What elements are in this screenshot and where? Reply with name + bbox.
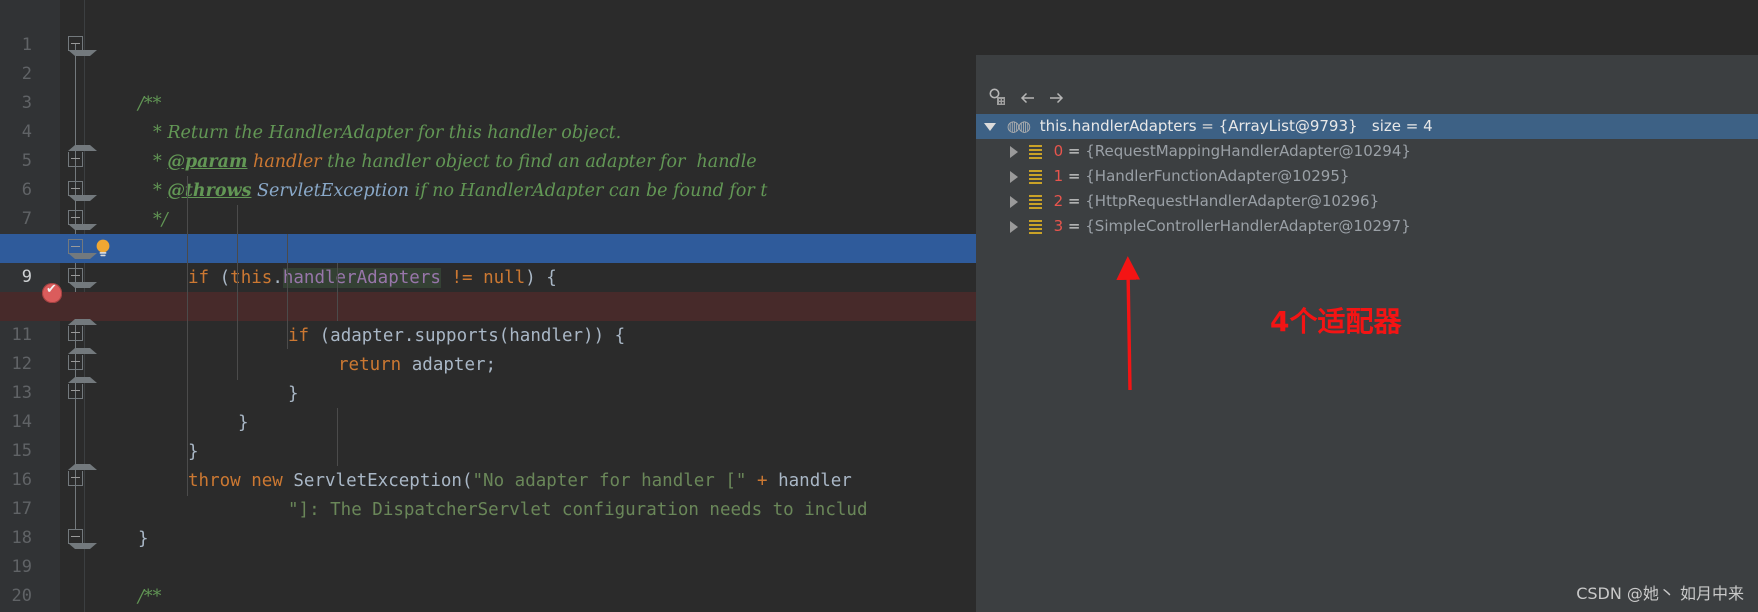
tree-row-element[interactable]: 1 = {HandlerFunctionAdapter@10295} [976,164,1758,189]
expand-triangle-icon[interactable] [1010,195,1018,208]
breakpoint-line[interactable]: 11 return adapter; [0,292,976,375]
variables-tree[interactable]: ◍◍ this.handlerAdapters = {ArrayList@979… [976,114,1758,612]
watermark: CSDN @她丶 如月中来 [1576,584,1744,603]
line-number: 20 [11,586,32,607]
tree-row-element[interactable]: 2 = {HttpRequestHandlerAdapter@10296} [976,189,1758,214]
fold-marker[interactable] [68,210,97,230]
fold-marker[interactable] [68,36,97,56]
code-line[interactable]: 7 protected HandlerAdapter getHandlerAda… [0,176,976,258]
code-area[interactable]: 1 2 /** 3 * Return the HandlerAdapter fo… [0,0,976,612]
code-editor[interactable]: 1 2 /** 3 * Return the HandlerAdapter fo… [0,0,976,612]
code-line[interactable]: 13 } [0,350,976,432]
evaluate-expression-icon[interactable] [986,86,1010,110]
code-line[interactable]: 5 * @throws ServletException if no Handl… [0,118,976,200]
debugger-toolbar[interactable] [976,82,1758,114]
field-link-icon: ◍◍ [1006,117,1031,135]
code-line[interactable]: 8 if (this.handlerAdapters != null) { [0,205,976,288]
equals-sign: = [1201,117,1214,135]
code-line[interactable]: 6 */ [0,147,976,229]
list-element-icon [1028,145,1042,159]
collection-size: size = 4 [1371,117,1433,135]
code-line[interactable]: 19 /** [0,524,976,606]
element-value: {HandlerFunctionAdapter@10295} [1085,167,1350,185]
tree-row-root[interactable]: ◍◍ this.handlerAdapters = {ArrayList@979… [976,114,1758,139]
code-line[interactable]: 15 throw new ServletException("No adapte… [0,408,976,490]
variable-value: {ArrayList@9793} [1218,117,1358,135]
fold-marker[interactable] [68,319,97,341]
token-javadoc-open: /** [138,586,162,607]
code-line[interactable]: 2 /** [0,31,976,113]
fold-marker[interactable] [68,145,97,167]
indent-guide [337,408,338,466]
tree-row-element[interactable]: 0 = {RequestMappingHandlerAdapter@10294} [976,139,1758,164]
tree-row-element[interactable]: 3 = {SimpleControllerHandlerAdapter@1029… [976,214,1758,239]
indent-guide [187,176,188,496]
list-element-icon [1028,195,1042,209]
code-line[interactable]: 18 [0,495,976,548]
fold-marker[interactable] [68,529,97,549]
back-arrow-icon[interactable] [1016,86,1040,110]
code-line[interactable]: 20 * Determine an error ModelAndView via… [0,553,976,606]
breakpoint-verified-icon[interactable] [42,282,62,303]
forward-arrow-icon[interactable] [1044,86,1068,110]
element-index: 0 [1053,142,1064,160]
expand-triangle-icon[interactable] [1010,170,1018,183]
equals-sign: = [1067,167,1081,185]
variable-name: this.handlerAdapters [1039,117,1197,135]
equals-sign: = [1067,217,1081,235]
list-element-icon [1028,170,1042,184]
indent-guide [337,263,338,321]
current-execution-line[interactable]: 9 for (HandlerAdapter adapter : this.han… [0,234,976,317]
fold-marker[interactable] [68,239,97,259]
code-line[interactable]: 14 } [0,379,976,461]
code-line[interactable]: 16 "]: The DispatcherServlet configurati… [0,437,976,519]
fold-marker[interactable] [68,181,97,201]
indent-guide [237,205,238,380]
element-index: 3 [1053,217,1064,235]
fold-marker[interactable] [68,348,97,370]
fold-marker[interactable] [68,268,97,288]
element-value: {RequestMappingHandlerAdapter@10294} [1085,142,1411,160]
fold-marker[interactable] [68,464,97,486]
indent-guide [287,234,288,349]
code-line[interactable]: 10 if (adapter.supports(handler)) { [0,263,976,345]
code-line[interactable]: 17 } [0,466,976,548]
code-line[interactable]: 4 * @param handler the handler object to… [0,89,976,171]
expand-triangle-icon[interactable] [1010,145,1018,158]
code-line[interactable]: 12 } [0,321,976,403]
list-element-icon [1028,220,1042,234]
equals-sign: = [1067,192,1081,210]
element-value: {HttpRequestHandlerAdapter@10296} [1085,192,1380,210]
intention-bulb-icon[interactable] [94,238,112,258]
expand-triangle-icon[interactable] [1010,220,1018,233]
code-line[interactable]: 1 [0,2,976,55]
annotation-text: 4个适配器 [1270,305,1402,338]
element-index: 2 [1053,192,1064,210]
element-value: {SimpleControllerHandlerAdapter@10297} [1085,217,1411,235]
element-index: 1 [1053,167,1064,185]
collapse-triangle-icon[interactable] [984,122,996,131]
fold-marker[interactable] [68,377,97,399]
code-line[interactable]: 3 * Return the HandlerAdapter for this h… [0,60,976,142]
equals-sign: = [1067,142,1081,160]
